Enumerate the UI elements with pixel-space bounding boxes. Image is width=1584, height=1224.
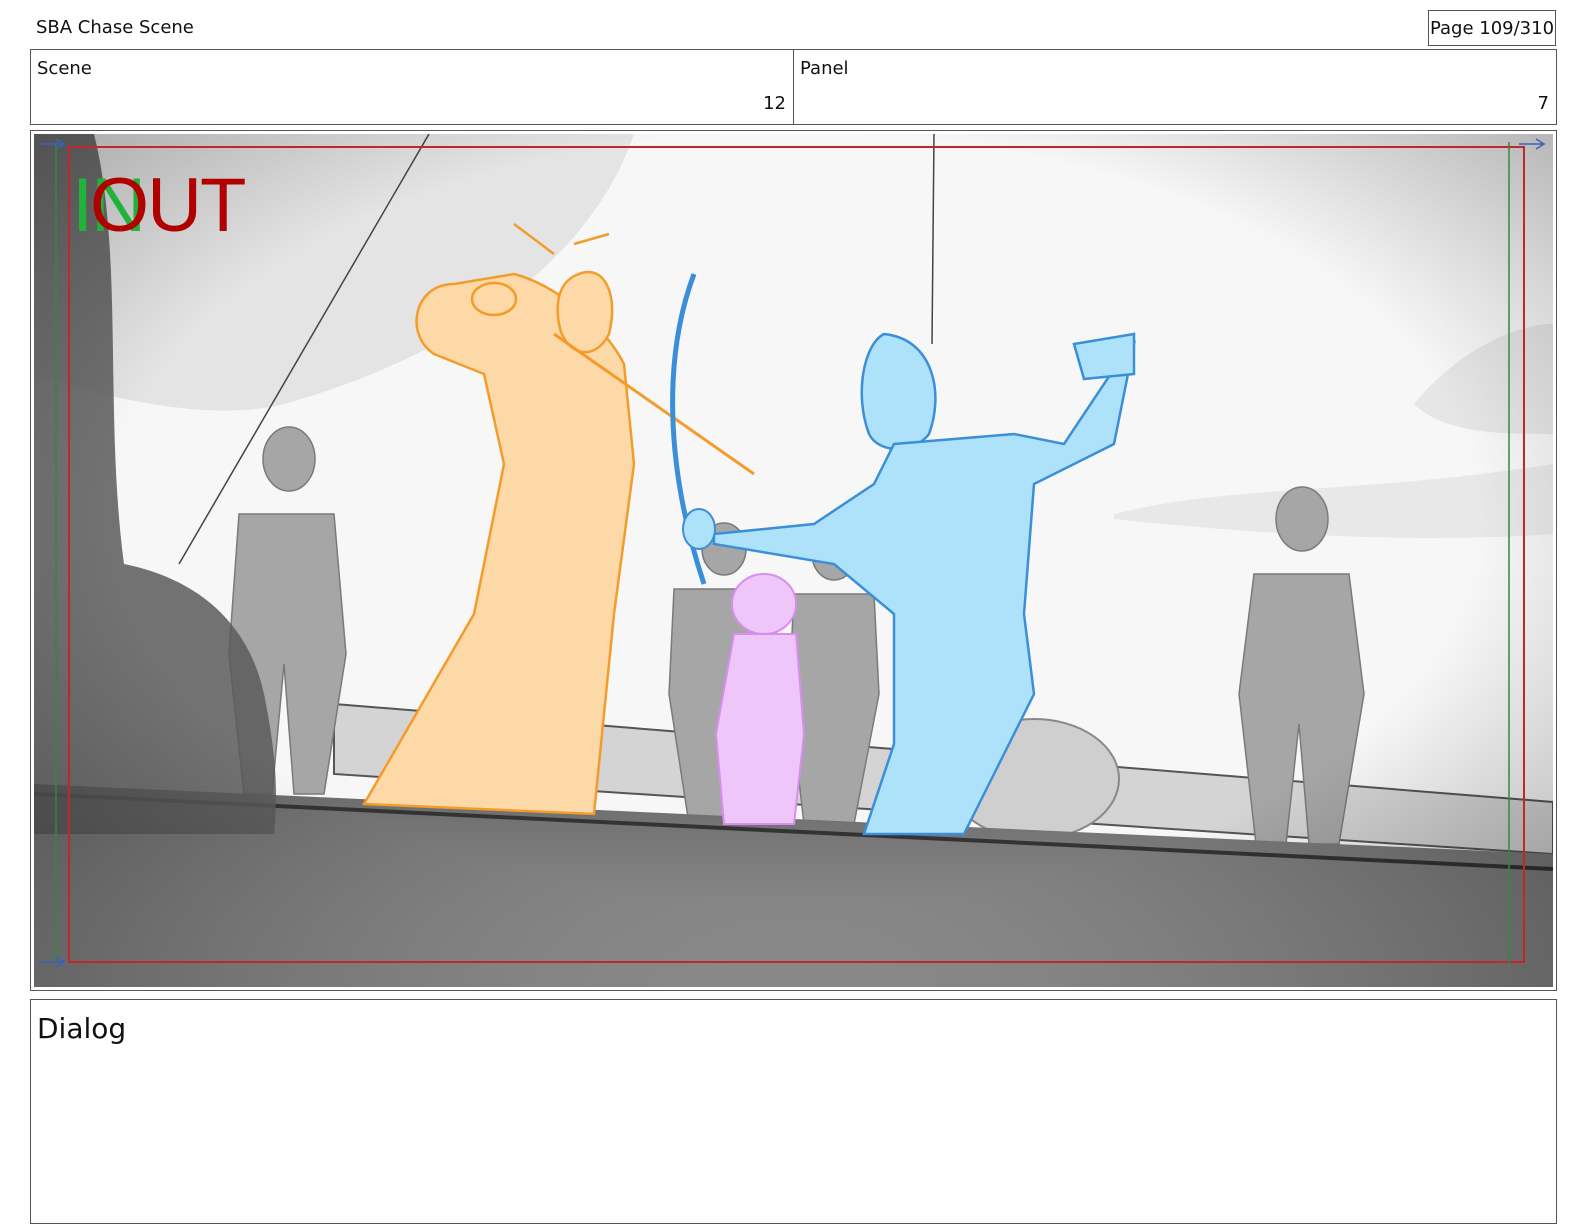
vignette [34,134,1553,987]
page-number: Page 109/310 [1428,10,1556,46]
out-marker: OUT [90,163,246,248]
storyboard-drawing [34,134,1553,987]
document-title: SBA Chase Scene [36,17,194,38]
panel-cell: Panel 7 [793,50,1556,124]
scene-panel-info: Scene 12 Panel 7 [30,49,1557,125]
scene-value: 12 [763,93,786,114]
dialog-label: Dialog [37,1012,127,1045]
panel-label: Panel [800,58,849,79]
dialog-box[interactable]: Dialog [30,999,1557,1224]
storyboard-frame [30,130,1557,991]
panel-value: 7 [1537,93,1549,114]
scene-label: Scene [37,58,92,79]
scene-cell: Scene 12 [31,50,793,124]
